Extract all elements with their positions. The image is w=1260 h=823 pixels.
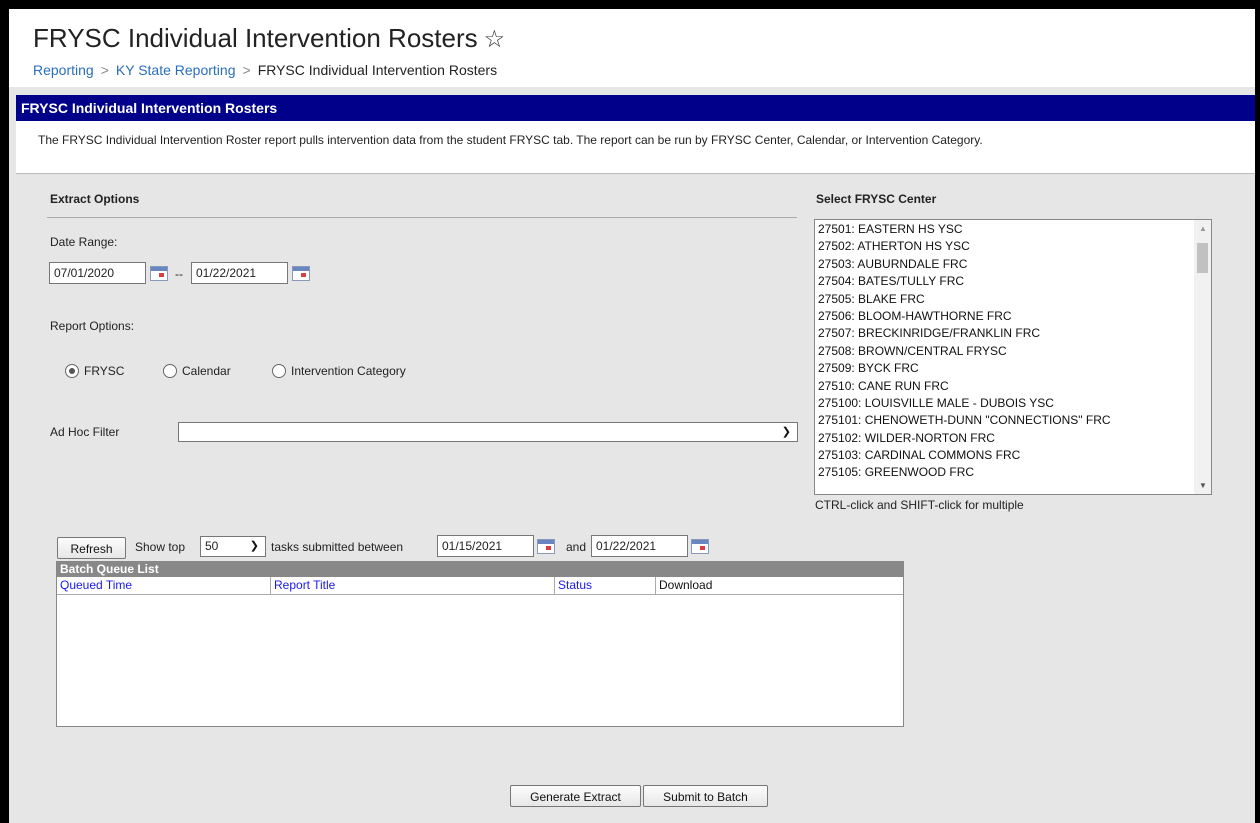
column-report-title[interactable]: Report Title [271, 577, 555, 594]
section-title-bar: FRYSC Individual Intervention Rosters [16, 95, 1255, 121]
list-item[interactable]: 27503: AUBURNDALE FRC [818, 256, 1111, 273]
batch-to-date-input[interactable] [591, 535, 688, 557]
start-date-input[interactable] [49, 262, 146, 284]
column-download: Download [659, 578, 713, 592]
breadcrumb-current: FRYSC Individual Intervention Rosters [257, 62, 498, 78]
calendar-icon[interactable] [691, 539, 709, 554]
refresh-button[interactable]: Refresh [57, 537, 126, 559]
end-date-input[interactable] [191, 262, 288, 284]
list-item[interactable]: 27501: EASTERN HS YSC [818, 221, 1111, 238]
center-list: 27501: EASTERN HS YSC 27502: ATHERTON HS… [818, 221, 1111, 482]
scroll-down-icon[interactable]: ▼ [1199, 481, 1207, 490]
calendar-icon[interactable] [150, 266, 168, 281]
show-top-select[interactable]: 50 ❯ [200, 536, 266, 557]
generate-extract-button[interactable]: Generate Extract [510, 785, 641, 807]
list-item[interactable]: 27509: BYCK FRC [818, 360, 1111, 377]
adhoc-filter-label: Ad Hoc Filter [50, 425, 120, 439]
list-item[interactable]: 275102: WILDER-NORTON FRC [818, 430, 1111, 447]
scrollbar-thumb[interactable] [1197, 243, 1208, 273]
batch-from-date-input[interactable] [437, 535, 534, 557]
show-top-label: Show top [135, 540, 186, 554]
list-item[interactable]: 27507: BRECKINRIDGE/FRANKLIN FRC [818, 325, 1111, 342]
radio-unchecked-icon[interactable] [163, 364, 177, 378]
batch-queue-title: Batch Queue List [57, 562, 903, 577]
calendar-icon[interactable] [292, 266, 310, 281]
radio-calendar-label: Calendar [182, 364, 231, 378]
date-range-separator: -- [175, 267, 183, 281]
frysc-center-listbox[interactable]: 27501: EASTERN HS YSC 27502: ATHERTON HS… [814, 219, 1212, 495]
star-icon[interactable]: ☆ [484, 26, 506, 53]
batch-queue-list: Batch Queue List Queued Time Report Titl… [56, 561, 904, 727]
list-item[interactable]: 27506: BLOOM-HAWTHORNE FRC [818, 308, 1111, 325]
list-item[interactable]: 27504: BATES/TULLY FRC [818, 273, 1111, 290]
submit-to-batch-button[interactable]: Submit to Batch [643, 785, 768, 807]
select-center-heading: Select FRYSC Center [816, 192, 937, 206]
radio-checked-icon[interactable] [65, 364, 79, 378]
list-item[interactable]: 27510: CANE RUN FRC [818, 378, 1111, 395]
radio-intervention-category-label: Intervention Category [291, 364, 406, 378]
list-item[interactable]: 275105: GREENWOOD FRC [818, 464, 1111, 481]
extract-options-heading: Extract Options [50, 192, 140, 206]
list-item[interactable]: 27502: ATHERTON HS YSC [818, 238, 1111, 255]
radio-frysc[interactable]: FRYSC [65, 364, 124, 378]
list-item[interactable]: 275100: LOUISVILLE MALE - DUBOIS YSC [818, 395, 1111, 412]
adhoc-filter-select[interactable]: ❯ [178, 422, 798, 442]
breadcrumb-separator-icon: > [100, 62, 109, 78]
and-label: and [566, 540, 587, 554]
column-queued-time[interactable]: Queued Time [57, 577, 271, 594]
breadcrumb-reporting[interactable]: Reporting [33, 62, 94, 78]
multi-select-hint: CTRL-click and SHIFT-click for multiple [815, 498, 1024, 512]
calendar-icon[interactable] [537, 539, 555, 554]
radio-calendar[interactable]: Calendar [163, 364, 231, 378]
batch-queue-header: Queued Time Report Title Status Download [57, 577, 903, 595]
chevron-down-icon: ❯ [781, 426, 791, 438]
page-header: FRYSC Individual Intervention Rosters ☆ R… [9, 9, 1255, 87]
list-item[interactable]: 275103: CARDINAL COMMONS FRC [818, 447, 1111, 464]
divider [47, 217, 797, 218]
list-item[interactable]: 275101: CHENOWETH-DUNN "CONNECTIONS" FRC [818, 412, 1111, 429]
column-status[interactable]: Status [555, 577, 656, 594]
list-item[interactable]: 27508: BROWN/CENTRAL FRYSC [818, 343, 1111, 360]
breadcrumb-separator-icon: > [242, 62, 251, 78]
tasks-between-label: tasks submitted between [271, 540, 404, 554]
breadcrumb-ky-state-reporting[interactable]: KY State Reporting [116, 62, 236, 78]
page-title: FRYSC Individual Intervention Rosters ☆ [33, 23, 505, 54]
list-item[interactable]: 27505: BLAKE FRC [818, 291, 1111, 308]
date-range-label: Date Range: [50, 235, 118, 249]
radio-intervention-category[interactable]: Intervention Category [272, 364, 406, 378]
chevron-down-icon: ❯ [249, 540, 259, 552]
radio-unchecked-icon[interactable] [272, 364, 286, 378]
radio-frysc-label: FRYSC [84, 364, 125, 378]
listbox-scrollbar[interactable]: ▲ ▼ [1194, 220, 1211, 494]
scroll-up-icon[interactable]: ▲ [1199, 224, 1207, 233]
section-description: The FRYSC Individual Intervention Roster… [16, 121, 1255, 174]
show-top-value: 50 [205, 539, 219, 553]
page-title-text: FRYSC Individual Intervention Rosters [33, 23, 478, 53]
app-frame: FRYSC Individual Intervention Rosters ☆ R… [9, 9, 1255, 823]
report-options-label: Report Options: [50, 319, 135, 333]
breadcrumb: Reporting > KY State Reporting > FRYSC Indiv… [33, 62, 497, 78]
